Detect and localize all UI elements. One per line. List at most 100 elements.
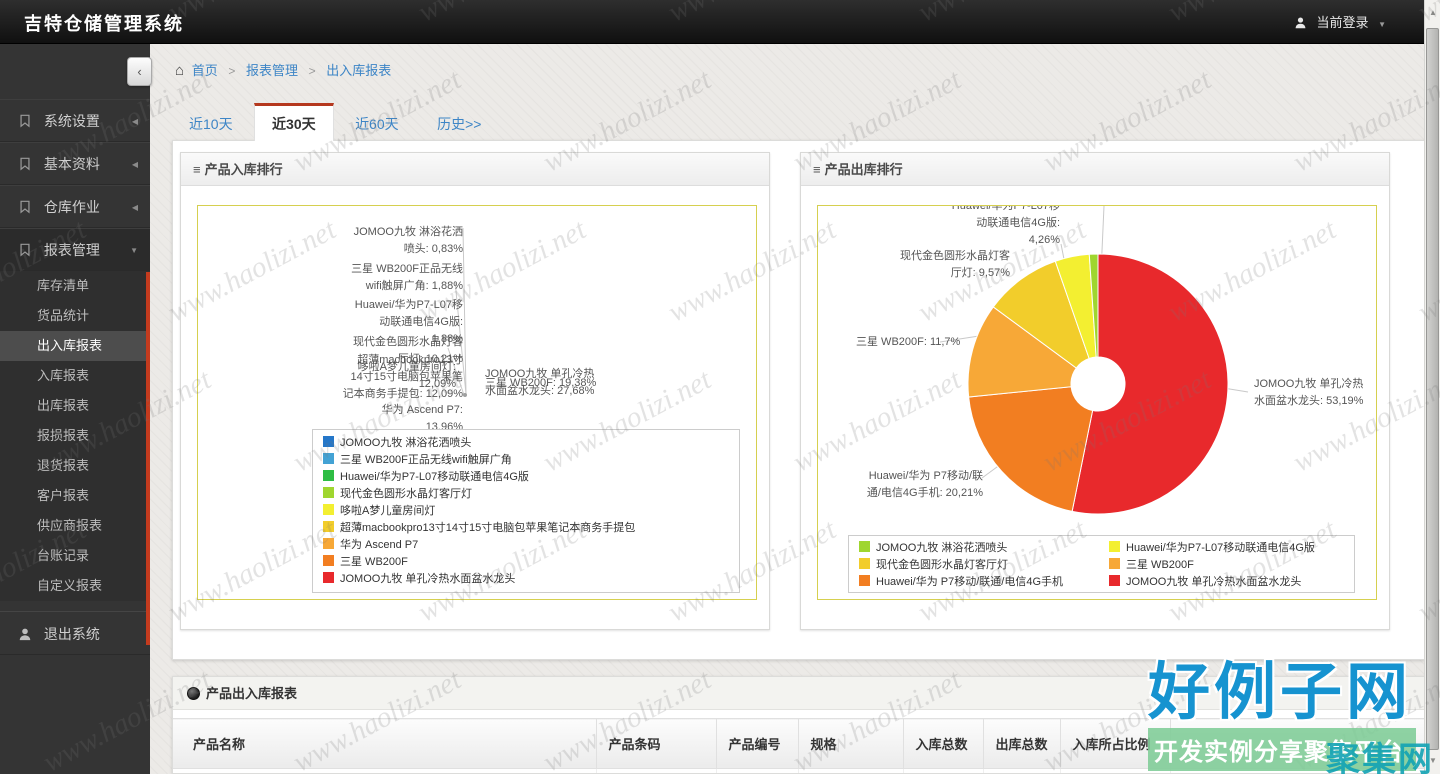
sidebar: 系统设置 ◀ 基本资料 ◀ 仓库作业 ◀ 报表管理 ▼ 库存清单 货品统计 出入…: [0, 44, 150, 774]
caret-left-icon: ◀: [132, 100, 138, 143]
col-barcode: 产品条码: [596, 719, 716, 769]
logout-button[interactable]: 退出系统: [0, 611, 150, 655]
sidebar-item-inbound-report[interactable]: 入库报表: [0, 361, 150, 391]
bookmark-icon: [18, 102, 32, 145]
pie-label: 哆啦A梦儿童房间灯: 12,09%: [358, 359, 456, 393]
pie-label: 三星 WB200F正品无线 wifi触屏广角: 1,88%: [351, 261, 463, 295]
bookmark-icon: [18, 231, 32, 274]
pie-label: 三星 WB200F: 11,7%: [856, 334, 960, 351]
legend-swatch: [859, 541, 870, 552]
breadcrumb-current[interactable]: 出入库报表: [326, 63, 391, 78]
tab-history[interactable]: 历史>>: [420, 104, 498, 142]
sidebar-item-return-report[interactable]: 退货报表: [0, 451, 150, 481]
legend-item[interactable]: Huawei/华为P7-L07移动联通电信4G版: [323, 469, 729, 486]
user-menu-label: 当前登录: [1316, 15, 1368, 30]
col-outbound-total: 出库总数: [983, 719, 1060, 769]
app-title: 吉特仓储管理系统: [24, 10, 184, 36]
col-inbound-total: 入库总数: [903, 719, 983, 769]
table-header-row: 产品名称 产品条码 产品编号 规格 入库总数 出库总数 入库所占比例: [173, 719, 1425, 769]
legend-item[interactable]: JOMOO九牧 单孔冷热水面盆水龙头: [1109, 574, 1344, 591]
sidebar-item-inventory-list[interactable]: 库存清单: [0, 271, 150, 301]
report-section-title: 产品出入库报表: [206, 686, 297, 701]
legend-swatch: [1109, 575, 1120, 586]
legend-item[interactable]: JOMOO九牧 淋浴花洒喷头: [859, 540, 1109, 557]
scroll-down-icon[interactable]: ▼: [1425, 756, 1440, 765]
chevron-down-icon: ▼: [1378, 20, 1386, 29]
outbound-ranking-panel: ≡ 产品出库排行 Huawei/华为P7-L07移 动联通电信4G版: 4,26%…: [800, 152, 1390, 630]
caret-left-icon: ◀: [132, 143, 138, 186]
legend-item[interactable]: 三星 WB200F: [1109, 557, 1344, 574]
scroll-up-icon[interactable]: ▲: [1425, 8, 1440, 17]
legend-item[interactable]: 现代金色圆形水晶灯客厅灯: [323, 486, 729, 503]
reports-submenu: 库存清单 货品统计 出入库报表 入库报表 出库报表 报损报表 退货报表 客户报表…: [0, 271, 150, 601]
legend-item[interactable]: 华为 Ascend P7: [323, 537, 729, 554]
vertical-scrollbar[interactable]: ▲ ▼: [1424, 0, 1440, 774]
period-tabs: 近10天 近30天 近60天 历史>>: [172, 103, 498, 141]
list-icon: ≡: [813, 162, 821, 177]
legend-swatch: [859, 575, 870, 586]
sidebar-item-inout-report[interactable]: 出入库报表: [0, 331, 150, 361]
breadcrumb: ⌂ 首页 > 报表管理 > 出入库报表: [175, 60, 391, 79]
outbound-legend: JOMOO九牧 淋浴花洒喷头 Huawei/华为P7-L07移动联通电信4G版 …: [848, 535, 1355, 593]
sidebar-item-reports[interactable]: 报表管理 ▼: [0, 228, 150, 271]
legend-item[interactable]: JOMOO九牧 淋浴花洒喷头: [323, 435, 729, 452]
report-section-header: 产品出入库报表: [173, 677, 1424, 710]
legend-item[interactable]: 哆啦A梦儿童房间灯: [323, 503, 729, 520]
legend-item[interactable]: Huawei/华为P7-L07移动联通电信4G版: [1109, 540, 1344, 557]
sidebar-item-outbound-report[interactable]: 出库报表: [0, 391, 150, 421]
sidebar-item-system-settings[interactable]: 系统设置 ◀: [0, 99, 150, 142]
legend-item[interactable]: Huawei/华为 P7移动/联通/电信4G手机: [859, 574, 1109, 591]
legend-item[interactable]: JOMOO九牧 单孔冷热水面盆水龙头: [323, 571, 729, 588]
sidebar-item-supplier-report[interactable]: 供应商报表: [0, 511, 150, 541]
pie-label: 现代金色圆形水晶灯客 厅灯: 9,57%: [900, 248, 1010, 282]
col-inbound-ratio: 入库所占比例: [1060, 719, 1170, 769]
tab-last-60-days[interactable]: 近60天: [338, 104, 416, 142]
outbound-pie-chart: Huawei/华为P7-L07移 动联通电信4G版: 4,26% 现代金色圆形水…: [817, 205, 1377, 600]
active-group-accent: [146, 272, 150, 645]
sidebar-collapse-button[interactable]: ‹: [127, 57, 152, 86]
legend-item[interactable]: 超薄macbookpro13寸14寸15寸电脑包苹果笔记本商务手提包: [323, 520, 729, 537]
inbound-panel-header: ≡产品入库排行: [181, 153, 769, 186]
caret-down-icon: ▼: [130, 229, 138, 272]
tab-last-30-days[interactable]: 近30天: [254, 103, 334, 141]
col-product-name: 产品名称: [173, 719, 596, 769]
pie-label: JOMOO九牧 单孔冷热 水面盆水龙头: 53,19%: [1254, 376, 1363, 410]
inbound-pie-chart: JOMOO九牧 淋浴花洒 喷头: 0,83% 三星 WB200F正品无线 wif…: [197, 205, 757, 600]
pie-label: Huawei/华为 P7移动/联 通/电信4G手机: 20,21%: [856, 468, 983, 502]
breadcrumb-home-link[interactable]: 首页: [192, 63, 218, 78]
legend-swatch: [323, 453, 334, 464]
inout-report-table: 产品名称 产品条码 产品编号 规格 入库总数 出库总数 入库所占比例: [173, 718, 1425, 774]
col-spec: 规格: [798, 719, 903, 769]
legend-item[interactable]: 三星 WB200F: [323, 554, 729, 571]
sidebar-item-custom-report[interactable]: 自定义报表: [0, 571, 150, 601]
legend-swatch: [859, 558, 870, 569]
legend-swatch: [1109, 541, 1120, 552]
user-icon: [1294, 16, 1307, 32]
inbound-ranking-panel: ≡产品入库排行 JOMOO九牧 淋浴花洒 喷头: 0,83% 三星 WB200F…: [180, 152, 770, 630]
user-menu[interactable]: 当前登录 ▼: [1294, 12, 1386, 32]
legend-swatch: [323, 504, 334, 515]
scrollbar-thumb[interactable]: [1426, 28, 1439, 750]
sidebar-item-basic-data[interactable]: 基本资料 ◀: [0, 142, 150, 185]
sidebar-item-goods-stats[interactable]: 货品统计: [0, 301, 150, 331]
col-extra: [1170, 719, 1425, 769]
sidebar-item-warehouse-ops[interactable]: 仓库作业 ◀: [0, 185, 150, 228]
legend-swatch: [323, 538, 334, 549]
table-row[interactable]: [173, 769, 1425, 774]
inout-report-section: 产品出入库报表 产品名称 产品条码 产品编号 规格 入库总数 出库总数 入库所占…: [172, 676, 1425, 774]
legend-swatch: [323, 521, 334, 532]
breadcrumb-reports-link[interactable]: 报表管理: [246, 63, 298, 78]
bookmark-icon: [18, 145, 32, 188]
legend-item[interactable]: 现代金色圆形水晶灯客厅灯: [859, 557, 1109, 574]
tab-last-10-days[interactable]: 近10天: [172, 104, 250, 142]
user-icon: [18, 614, 32, 658]
pie-slice[interactable]: [969, 387, 1093, 512]
top-navbar: 吉特仓储管理系统 当前登录 ▼: [0, 0, 1424, 44]
legend-item[interactable]: 三星 WB200F正品无线wifi触屏广角: [323, 452, 729, 469]
sidebar-item-customer-report[interactable]: 客户报表: [0, 481, 150, 511]
pie-label: JOMOO九牧 淋浴花洒 喷头: 0,83%: [354, 224, 463, 258]
sidebar-item-damage-report[interactable]: 报损报表: [0, 421, 150, 451]
legend-swatch: [323, 572, 334, 583]
outbound-panel-title: 产品出库排行: [825, 162, 903, 177]
sidebar-item-ledger-records[interactable]: 台账记录: [0, 541, 150, 571]
